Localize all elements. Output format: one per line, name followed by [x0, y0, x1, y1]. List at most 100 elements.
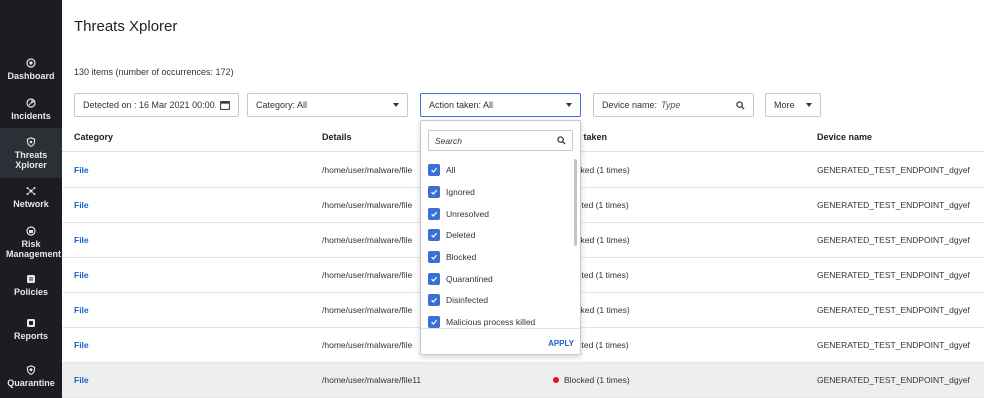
calendar-icon	[220, 101, 230, 110]
detected-on-label: Detected on : 16 Mar 2021 00:00...	[83, 100, 216, 110]
option-blocked[interactable]: Blocked	[428, 250, 476, 264]
quarantine-icon	[26, 365, 36, 375]
option-malicious-process-killed[interactable]: Malicious process killed	[428, 315, 535, 329]
device-cell: GENERATED_TEST_ENDPOINT_dgyef	[817, 340, 970, 350]
category-filter-label: Category: All	[256, 100, 308, 110]
option-quarantined[interactable]: Quarantined	[428, 272, 493, 286]
nav-dashboard[interactable]: Dashboard	[0, 58, 62, 81]
category-link[interactable]: File	[74, 375, 89, 385]
search-icon	[557, 136, 566, 145]
device-cell: GENERATED_TEST_ENDPOINT_dgyef	[817, 200, 970, 210]
network-icon	[26, 187, 36, 195]
device-cell: GENERATED_TEST_ENDPOINT_dgyef	[817, 305, 970, 315]
dropdown-search	[428, 130, 573, 151]
items-count: 130 items (number of occurrences: 172)	[74, 67, 234, 77]
device-cell: GENERATED_TEST_ENDPOINT_dgyef	[817, 165, 970, 175]
device-name-filter[interactable]: Device name: Type	[593, 93, 754, 117]
option-label: Ignored	[446, 187, 475, 197]
category-link[interactable]: File	[74, 165, 89, 175]
nav-incidents[interactable]: Incidents	[0, 98, 62, 121]
option-label: Unresolved	[446, 209, 489, 219]
option-label: Malicious process killed	[446, 317, 536, 327]
checkbox-checked-icon[interactable]	[428, 164, 440, 176]
dashboard-icon	[26, 58, 36, 68]
action-taken-filter[interactable]: Action taken: All	[420, 93, 581, 117]
column-header-details[interactable]: Details	[322, 132, 352, 142]
device-cell: GENERATED_TEST_ENDPOINT_dgyef	[817, 235, 970, 245]
nav-reports-label: Reports	[13, 331, 48, 341]
dropdown-scrollbar[interactable]	[574, 159, 577, 246]
option-label: Quarantined	[446, 274, 493, 284]
nav-threats-xplorer[interactable]: Threats Xplorer	[0, 128, 62, 178]
checkbox-checked-icon[interactable]	[428, 316, 440, 328]
nav-network[interactable]: Network	[0, 186, 62, 209]
search-icon	[736, 100, 745, 110]
checkbox-checked-icon[interactable]	[428, 186, 440, 198]
nav-dashboard-label: Dashboard	[7, 71, 55, 81]
action-cell: Blocked (1 times)	[553, 375, 630, 385]
details-cell: /home/user/malware/file	[322, 270, 413, 280]
nav-policies[interactable]: Policies	[0, 274, 62, 297]
chevron-down-icon	[806, 103, 812, 107]
details-cell: /home/user/malware/file	[322, 165, 413, 175]
more-filters-label: More	[774, 100, 795, 110]
nav-risk-label: Risk Management	[6, 239, 62, 259]
checkbox-checked-icon[interactable]	[428, 251, 440, 263]
checkbox-checked-icon[interactable]	[428, 294, 440, 306]
category-link[interactable]: File	[74, 305, 89, 315]
threats-icon	[26, 137, 36, 147]
details-cell: /home/user/malware/file	[322, 305, 413, 315]
option-label: Blocked	[446, 252, 477, 262]
checkbox-checked-icon[interactable]	[428, 229, 440, 241]
nav-policies-label: Policies	[13, 287, 49, 297]
category-link[interactable]: File	[74, 200, 89, 210]
nav-network-label: Network	[13, 199, 49, 209]
option-label: Deleted	[446, 230, 476, 240]
option-disinfected[interactable]: Disinfected	[428, 293, 488, 307]
option-label: All	[446, 165, 456, 175]
action-text: Blocked (1 times)	[564, 375, 630, 385]
action-taken-filter-label: Action taken: All	[429, 100, 494, 110]
category-link[interactable]: File	[74, 235, 89, 245]
column-header-device[interactable]: Device name	[817, 132, 872, 142]
option-all[interactable]: All	[428, 163, 455, 177]
nav-risk-management[interactable]: Risk Management	[0, 226, 62, 259]
details-cell: /home/user/malware/file	[322, 235, 413, 245]
category-link[interactable]: File	[74, 340, 89, 350]
table-row[interactable]: File /home/user/malware/file11 Blocked (…	[62, 363, 984, 398]
page-title: Threats Xplorer	[74, 18, 178, 35]
category-link[interactable]: File	[74, 270, 89, 280]
details-cell: /home/user/malware/file	[322, 200, 413, 210]
sidebar: Dashboard Incidents Threats Xplorer Netw…	[0, 0, 62, 398]
apply-button[interactable]: APPLY	[548, 339, 574, 348]
device-name-filter-field: Device name: Type	[602, 100, 736, 110]
category-filter[interactable]: Category: All	[247, 93, 408, 117]
device-name-placeholder: Type	[661, 100, 681, 110]
dropdown-divider	[421, 328, 580, 329]
device-name-label: Device name:	[602, 100, 658, 110]
nav-reports[interactable]: Reports	[0, 318, 62, 341]
policies-icon	[27, 275, 35, 283]
nav-threats-label: Threats Xplorer	[14, 150, 48, 170]
detected-on-filter[interactable]: Detected on : 16 Mar 2021 00:00...	[74, 93, 239, 117]
dropdown-search-input[interactable]	[435, 131, 553, 151]
action-taken-dropdown: All Ignored Unresolved Deleted Blocked Q…	[420, 120, 581, 355]
device-cell: GENERATED_TEST_ENDPOINT_dgyef	[817, 375, 970, 385]
option-deleted[interactable]: Deleted	[428, 228, 475, 242]
incidents-icon	[26, 98, 36, 108]
option-unresolved[interactable]: Unresolved	[428, 207, 489, 221]
nav-quarantine[interactable]: Quarantine	[0, 365, 62, 388]
checkbox-checked-icon[interactable]	[428, 208, 440, 220]
nav-incidents-label: Incidents	[11, 111, 51, 121]
details-cell: /home/user/malware/file11	[322, 375, 422, 385]
checkbox-checked-icon[interactable]	[428, 273, 440, 285]
details-cell: /home/user/malware/file	[322, 340, 413, 350]
chevron-down-icon	[393, 103, 399, 107]
column-header-category[interactable]: Category	[74, 132, 113, 142]
risk-icon	[26, 226, 36, 236]
option-ignored[interactable]: Ignored	[428, 185, 475, 199]
device-cell: GENERATED_TEST_ENDPOINT_dgyef	[817, 270, 970, 280]
more-filters-button[interactable]: More	[765, 93, 821, 117]
status-dot	[553, 377, 559, 383]
nav-quarantine-label: Quarantine	[7, 378, 55, 388]
